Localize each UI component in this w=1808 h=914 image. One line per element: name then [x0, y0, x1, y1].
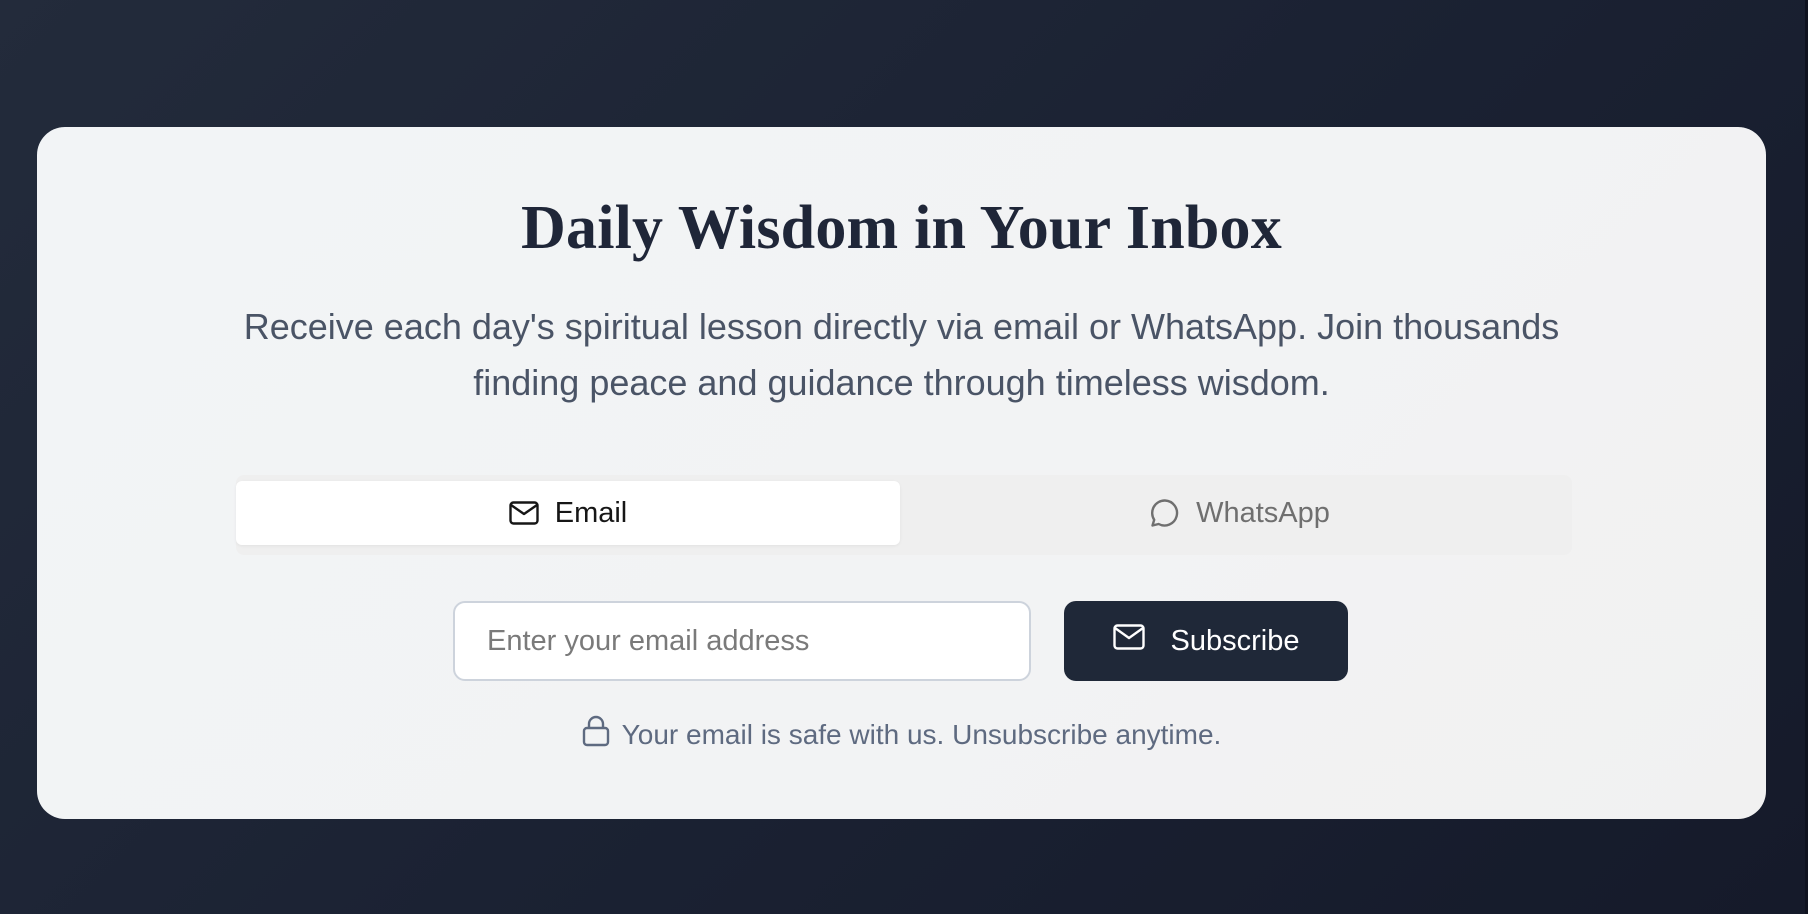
- tab-email-label: Email: [554, 496, 628, 529]
- lock-icon: [582, 715, 610, 754]
- mail-icon: [1112, 624, 1145, 658]
- email-field[interactable]: [453, 601, 1031, 681]
- subscribe-button[interactable]: Subscribe: [1064, 601, 1348, 681]
- privacy-note: Your email is safe with us. Unsubscribe …: [37, 715, 1766, 754]
- page-title: Daily Wisdom in Your Inbox: [521, 194, 1282, 262]
- tab-email[interactable]: Email: [236, 481, 900, 545]
- page-subtitle: Receive each day's spiritual lesson dire…: [243, 306, 1560, 403]
- message-circle-icon: [1150, 498, 1180, 528]
- subscribe-card: Daily Wisdom in Your Inbox Receive each …: [37, 127, 1766, 819]
- subscribe-label: Subscribe: [1170, 624, 1300, 657]
- tab-whatsapp-label: WhatsApp: [1196, 496, 1330, 529]
- privacy-note-text: Your email is safe with us. Unsubscribe …: [621, 718, 1222, 750]
- mail-icon: [509, 501, 539, 525]
- channel-tabs: Email WhatsApp: [236, 475, 1572, 555]
- tab-whatsapp[interactable]: WhatsApp: [908, 481, 1572, 545]
